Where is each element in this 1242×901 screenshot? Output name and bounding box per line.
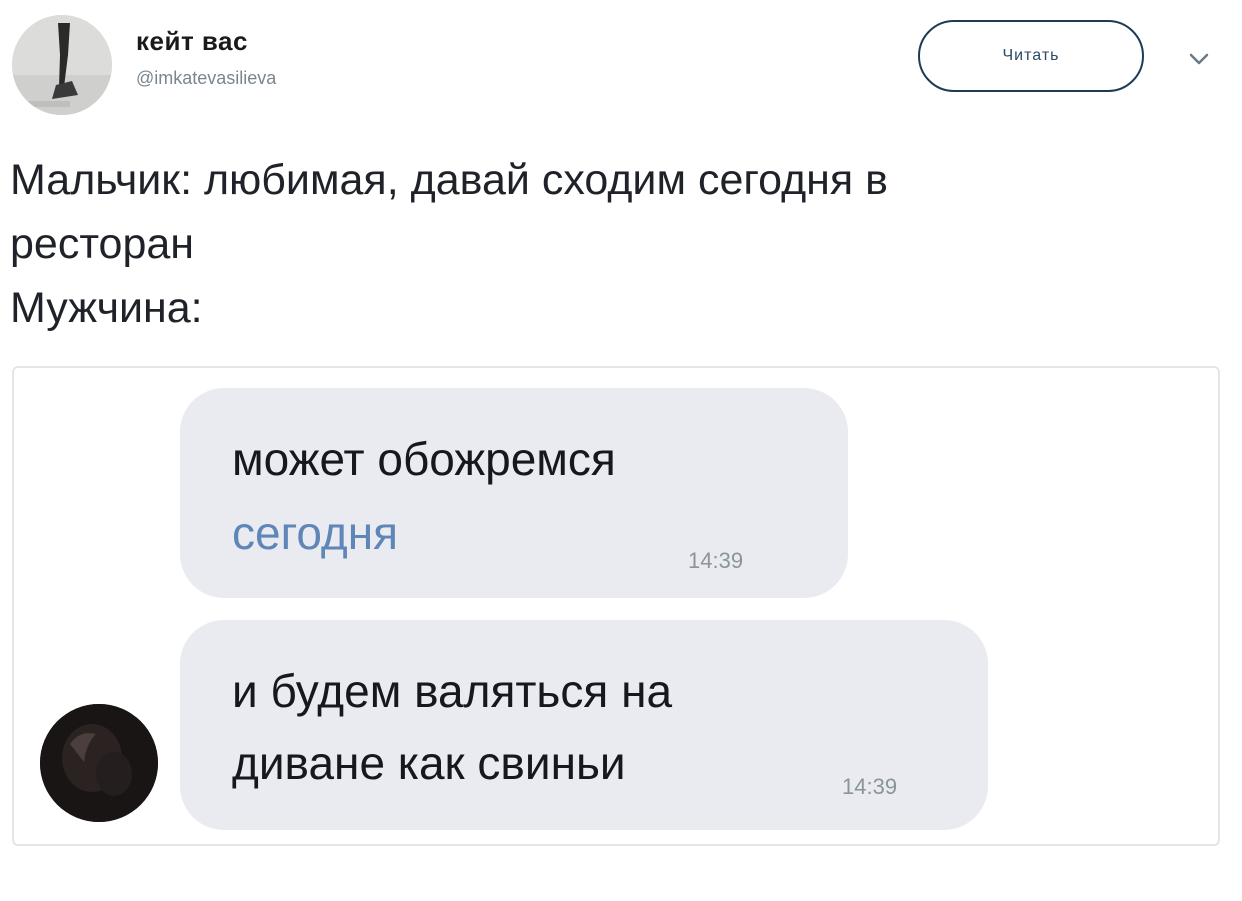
sender-avatar[interactable] <box>40 704 158 822</box>
message-text: и будем валяться на <box>232 665 673 717</box>
message-bubble: и будем валяться на диване как свиньи 14… <box>180 620 988 830</box>
message-time: 14:39 <box>842 774 898 799</box>
tweet-line: Мальчик: любимая, давай сходим сегодня в <box>10 156 888 204</box>
chevron-down-icon[interactable] <box>1184 50 1214 70</box>
tweet-line: Мужчина: <box>10 284 203 332</box>
message-time: 14:39 <box>688 548 744 573</box>
author-avatar[interactable] <box>12 15 112 115</box>
message-bubble: может обожремся сегодня 14:39 <box>180 388 848 598</box>
tweet-line: ресторан <box>10 220 195 268</box>
message-text: может обожремся <box>232 433 616 485</box>
author-name[interactable]: кейт вас <box>136 26 248 57</box>
embedded-chat-screenshot[interactable]: может обожремся сегодня 14:39 и будем ва… <box>12 366 1220 846</box>
author-handle[interactable]: @imkatevasilieva <box>136 68 276 89</box>
follow-button[interactable]: Читать <box>918 20 1144 92</box>
message-text: диване как свиньи <box>232 737 626 789</box>
tweet-text: Мальчик: любимая, давай сходим сегодня в… <box>10 148 1230 340</box>
message-link-text[interactable]: сегодня <box>232 506 398 560</box>
